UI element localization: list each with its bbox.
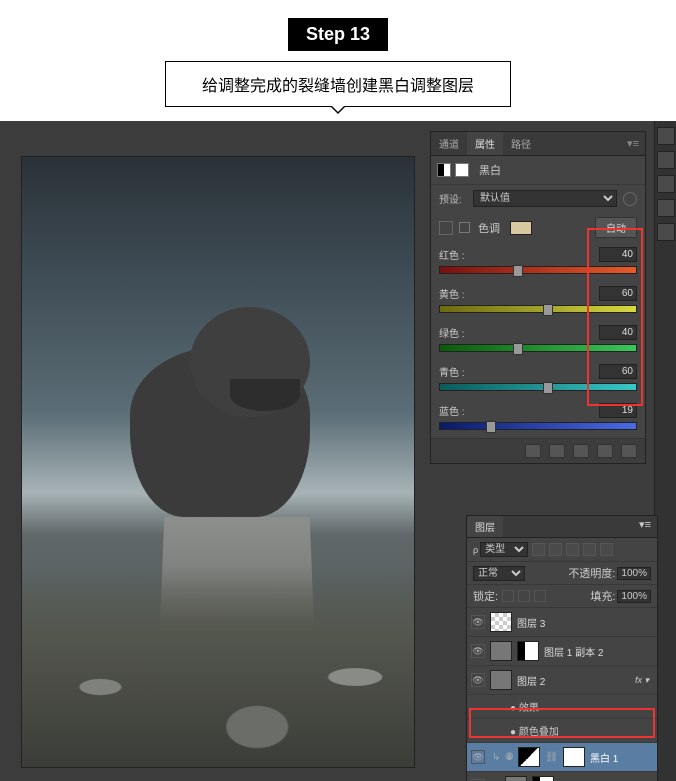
lock-all-icon[interactable] (534, 590, 546, 602)
adjustment-thumb (518, 747, 540, 767)
panel-menu-icon[interactable]: ▾≡ (621, 137, 645, 150)
preset-label: 预设: (439, 191, 467, 206)
clip-to-layer-icon[interactable] (525, 444, 541, 458)
adjustment-title: 黑白 (479, 162, 501, 178)
slider-track-1[interactable] (439, 305, 637, 313)
slider-value-4[interactable]: 19 (599, 403, 637, 418)
layer-name[interactable]: 图层 1 副本 2 (544, 644, 653, 659)
adjustment-type-icon (437, 163, 451, 177)
slider-track-2[interactable] (439, 344, 637, 352)
slider-label-1: 黄色 : (439, 286, 465, 301)
preset-menu-icon[interactable] (623, 192, 637, 206)
slider-thumb-4[interactable] (486, 421, 496, 433)
histogram-icon[interactable] (657, 127, 675, 145)
fill-label: 填充: (590, 588, 615, 604)
tab-paths[interactable]: 路径 (503, 132, 539, 155)
slider-thumb-3[interactable] (543, 382, 553, 394)
layer-list[interactable]: 👁 图层 3 👁 图层 1 副本 2 👁 图层 2 fx ▾ ● 效果 ● 颜色叠加 👁 ↳ 🞋 ⛓ 黑白… (467, 608, 657, 781)
opacity-value[interactable]: 100% (617, 567, 651, 580)
properties-panel: 通道 属性 路径 ▾≡ 黑白 预设: 默认值 色调 自动 红色 : 40 黄色 … (430, 131, 646, 464)
opacity-label: 不透明度: (568, 565, 615, 581)
visibility-toggle[interactable]: 👁 (471, 644, 485, 658)
auto-button[interactable]: 自动 (595, 217, 637, 238)
layers-menu-icon[interactable]: ▾≡ (633, 516, 657, 537)
layer-row-5[interactable]: 👁 ↳ 🞋 ⛓ 黑白 1 (467, 743, 657, 772)
filter-text-icon[interactable] (566, 543, 579, 556)
visibility-toggle[interactable]: 👁 (471, 750, 485, 764)
clip-indicator-icon: ↳ (492, 752, 500, 763)
tint-label: 色调 (478, 220, 500, 236)
tab-channels[interactable]: 通道 (431, 132, 467, 155)
filter-shape-icon[interactable] (583, 543, 596, 556)
layer-thumb (490, 641, 512, 661)
slider-label-4: 蓝色 : (439, 403, 465, 418)
lock-pixels-icon[interactable] (502, 590, 514, 602)
visibility-toggle[interactable]: 👁 (471, 673, 485, 687)
layer-name[interactable]: 图层 3 (517, 615, 653, 630)
visibility-toggle[interactable]: 👁 (471, 615, 485, 629)
tint-swatch[interactable] (510, 221, 532, 235)
fill-value[interactable]: 100% (617, 590, 651, 603)
filter-pixel-icon[interactable] (532, 543, 545, 556)
slider-value-1[interactable]: 60 (599, 286, 637, 301)
document-canvas[interactable] (22, 157, 414, 767)
layer-row-6[interactable]: 👁↳cracked_wall_... (467, 772, 657, 781)
layer-row-1[interactable]: 👁 图层 1 副本 2 (467, 637, 657, 666)
layer-mask[interactable] (532, 776, 554, 781)
layer-thumb (490, 612, 512, 632)
slider-value-2[interactable]: 40 (599, 325, 637, 340)
layer-row-0[interactable]: 👁 图层 3 (467, 608, 657, 637)
slider-label-3: 青色 : (439, 364, 465, 379)
slider-value-0[interactable]: 40 (599, 247, 637, 262)
slider-track-0[interactable] (439, 266, 637, 274)
delete-adjustment-icon[interactable] (621, 444, 637, 458)
slider-thumb-0[interactable] (513, 265, 523, 277)
slider-track-4[interactable] (439, 422, 637, 430)
layer-thumb (505, 776, 527, 781)
slider-track-3[interactable] (439, 383, 637, 391)
tab-properties[interactable]: 属性 (467, 132, 503, 155)
slider-value-3[interactable]: 60 (599, 364, 637, 379)
properties-footer (431, 438, 645, 463)
layer-row-3[interactable]: ● 效果 (467, 695, 657, 719)
layers-panel: 图层 ▾≡ ρ 类型 正常 不透明度: 100% 锁定: (466, 515, 658, 781)
layer-row-4[interactable]: ● 颜色叠加 (467, 719, 657, 743)
reset-icon[interactable] (573, 444, 589, 458)
mask-link-icon: ⛓ (545, 752, 558, 763)
tint-checkbox[interactable] (459, 222, 470, 233)
color-icon[interactable] (657, 175, 675, 193)
filter-adjust-icon[interactable] (549, 543, 562, 556)
adjustments-icon[interactable] (657, 199, 675, 217)
filter-smart-icon[interactable] (600, 543, 613, 556)
slider-label-2: 绿色 : (439, 325, 465, 340)
blend-mode-select[interactable]: 正常 (473, 566, 525, 581)
layer-name[interactable]: 图层 2 (517, 673, 630, 688)
swatches-icon[interactable] (657, 151, 675, 169)
step-caption: 给调整完成的裂缝墙创建黑白调整图层 (165, 61, 511, 107)
lock-label: 锁定: (473, 588, 498, 604)
targeted-adjust-icon[interactable] (439, 221, 453, 235)
link-icon: 🞋 (505, 752, 513, 763)
photoshop-workspace: 通道 属性 路径 ▾≡ 黑白 预设: 默认值 色调 自动 红色 : 40 黄色 … (0, 121, 676, 781)
fx-badge[interactable]: fx ▾ (635, 675, 653, 686)
adjustment-mask-icon (455, 163, 469, 177)
layer-mask[interactable] (517, 641, 539, 661)
layer-mask[interactable] (563, 747, 585, 767)
slider-thumb-2[interactable] (513, 343, 523, 355)
lock-position-icon[interactable] (518, 590, 530, 602)
slider-label-0: 红色 : (439, 247, 465, 262)
step-badge: Step 13 (288, 18, 388, 51)
effect-name: ● 效果 (510, 699, 653, 714)
toggle-visibility-icon[interactable] (597, 444, 613, 458)
view-previous-icon[interactable] (549, 444, 565, 458)
layer-thumb (490, 670, 512, 690)
styles-icon[interactable] (657, 223, 675, 241)
slider-thumb-1[interactable] (543, 304, 553, 316)
preset-select[interactable]: 默认值 (473, 190, 617, 207)
tab-layers[interactable]: 图层 (467, 516, 503, 537)
layer-name[interactable]: 黑白 1 (590, 750, 653, 765)
layer-row-2[interactable]: 👁 图层 2 fx ▾ (467, 666, 657, 695)
layer-filter-select[interactable]: 类型 (480, 542, 528, 557)
effect-name: ● 颜色叠加 (510, 723, 653, 738)
